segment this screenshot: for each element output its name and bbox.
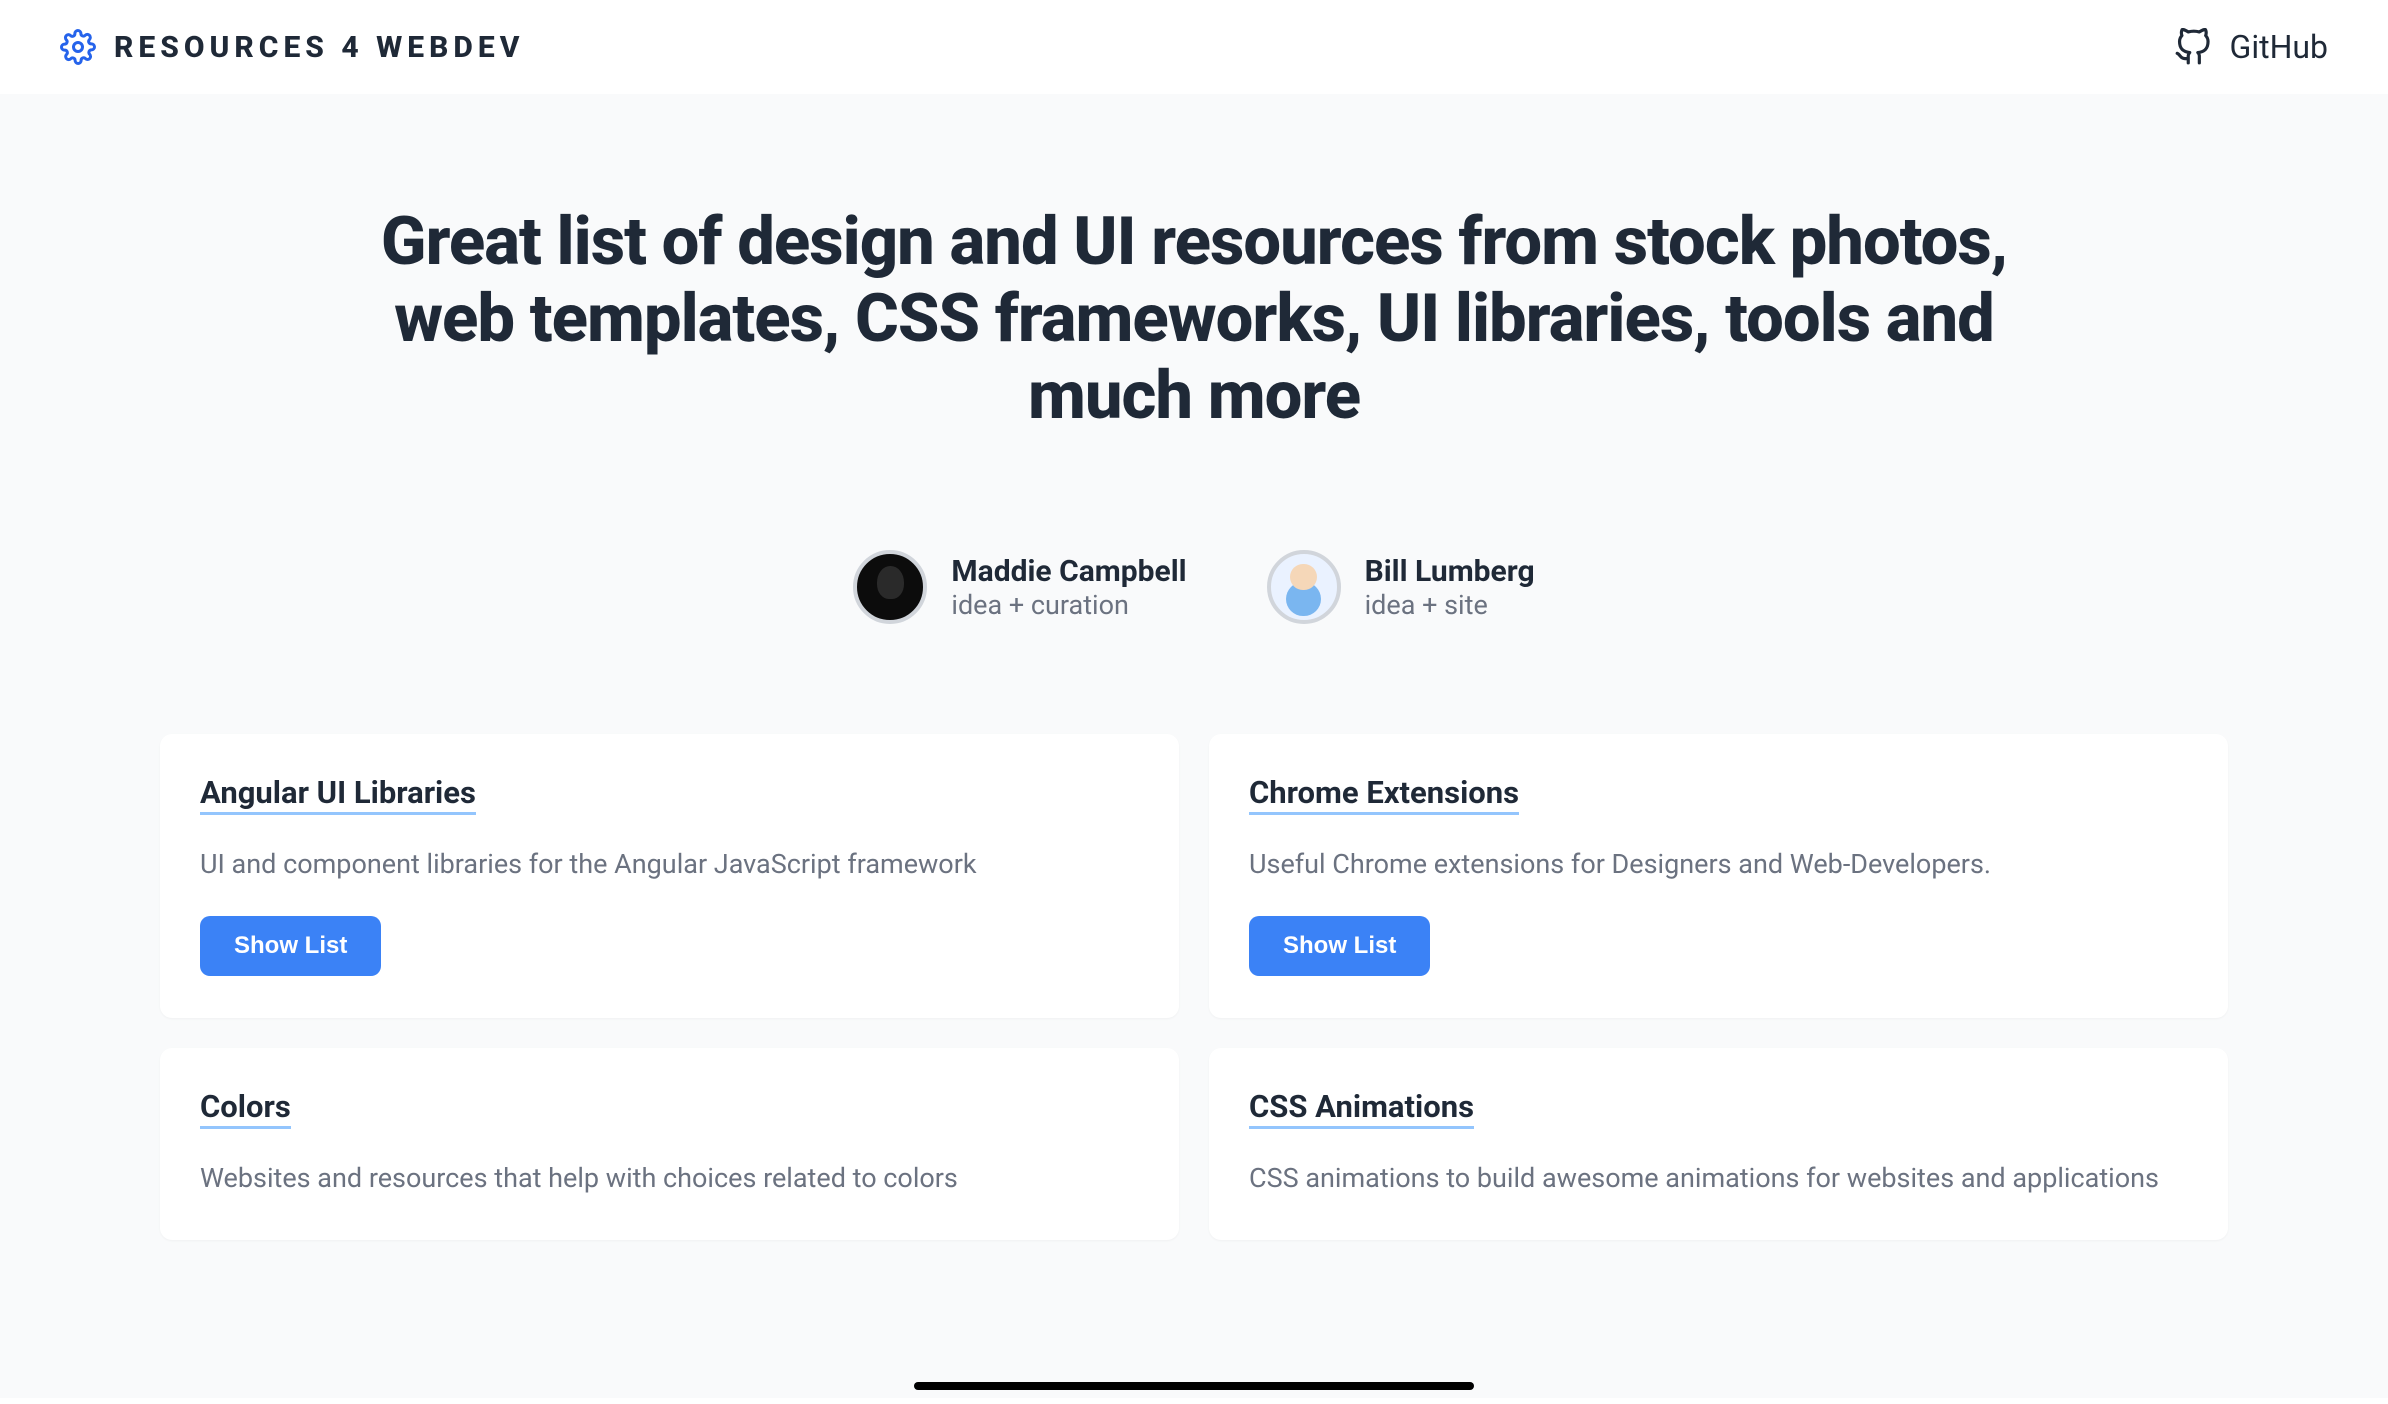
contributors-row: Maddie Campbell idea + curation Bill Lum…	[60, 550, 2328, 624]
resource-card: Angular UI Libraries UI and component li…	[160, 734, 1179, 1018]
avatar	[853, 550, 927, 624]
card-title-link[interactable]: Chrome Extensions	[1249, 774, 1519, 815]
contributor-name: Bill Lumberg	[1365, 554, 1535, 589]
hero-heading: Great list of design and UI resources fr…	[334, 204, 2054, 435]
gear-icon	[60, 29, 96, 65]
card-description: Websites and resources that help with ch…	[200, 1159, 1139, 1198]
contributor-info: Maddie Campbell idea + curation	[951, 554, 1186, 621]
resource-card: Colors Websites and resources that help …	[160, 1048, 1179, 1240]
card-title-link[interactable]: Colors	[200, 1088, 291, 1129]
contributor[interactable]: Bill Lumberg idea + site	[1267, 550, 1535, 624]
card-description: CSS animations to build awesome animatio…	[1249, 1159, 2188, 1198]
site-header: RESOURCES 4 WEBDEV GitHub	[0, 0, 2388, 94]
contributor-name: Maddie Campbell	[951, 554, 1186, 589]
github-icon	[2174, 28, 2212, 66]
show-list-button[interactable]: Show List	[200, 916, 381, 976]
show-list-button[interactable]: Show List	[1249, 916, 1430, 976]
github-link[interactable]: GitHub	[2174, 28, 2328, 66]
card-description: Useful Chrome extensions for Designers a…	[1249, 845, 2188, 884]
card-description: UI and component libraries for the Angul…	[200, 845, 1139, 884]
contributor[interactable]: Maddie Campbell idea + curation	[853, 550, 1186, 624]
home-indicator	[914, 1382, 1474, 1390]
cards-grid: Angular UI Libraries UI and component li…	[160, 734, 2228, 1240]
resource-card: CSS Animations CSS animations to build a…	[1209, 1048, 2228, 1240]
resource-card: Chrome Extensions Useful Chrome extensio…	[1209, 734, 2228, 1018]
main-content: Great list of design and UI resources fr…	[0, 94, 2388, 1398]
github-label: GitHub	[2230, 28, 2328, 66]
logo-text: RESOURCES 4 WEBDEV	[114, 30, 524, 65]
contributor-role: idea + curation	[951, 589, 1186, 621]
contributor-info: Bill Lumberg idea + site	[1365, 554, 1535, 621]
avatar	[1267, 550, 1341, 624]
card-title-link[interactable]: CSS Animations	[1249, 1088, 1474, 1129]
contributor-role: idea + site	[1365, 589, 1535, 621]
logo-group[interactable]: RESOURCES 4 WEBDEV	[60, 29, 524, 65]
card-title-link[interactable]: Angular UI Libraries	[200, 774, 476, 815]
